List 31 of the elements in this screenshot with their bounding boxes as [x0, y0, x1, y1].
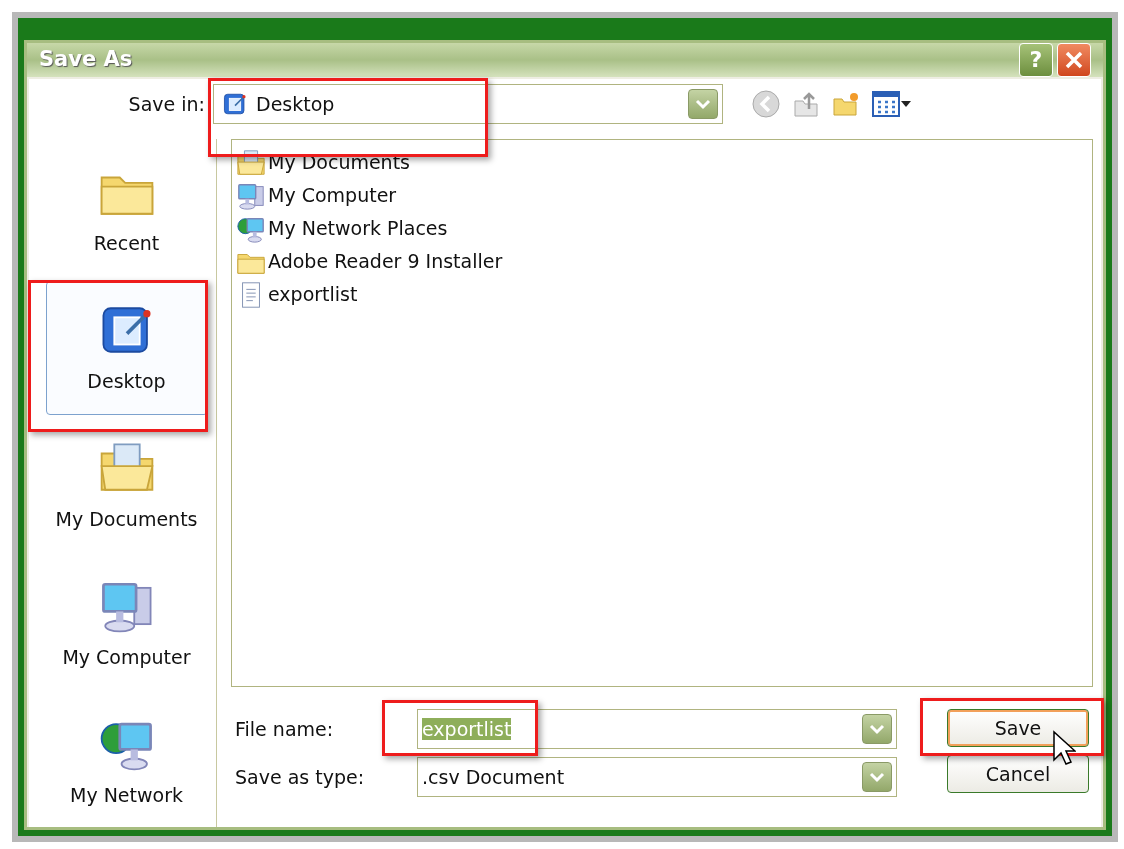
file-item[interactable]: My Computer	[236, 179, 397, 212]
dropdown-button[interactable]	[862, 714, 892, 744]
cancel-button[interactable]: Cancel	[947, 755, 1089, 793]
caret-icon	[901, 101, 911, 107]
file-item[interactable]: Adobe Reader 9 Installer	[236, 245, 503, 278]
dropdown-button[interactable]	[688, 89, 718, 119]
file-item[interactable]: My Network Places	[236, 212, 448, 245]
save-button[interactable]: Save	[947, 709, 1089, 747]
chevron-down-icon	[869, 723, 885, 735]
places-item[interactable]: My Network	[45, 695, 208, 827]
window-title: Save As	[39, 46, 134, 74]
documents-folder-icon	[236, 147, 266, 178]
grid-view-icon	[871, 90, 901, 118]
close-button[interactable]	[1057, 43, 1091, 77]
places-item[interactable]: Recent	[45, 143, 208, 277]
places-item[interactable]: My Documents	[45, 419, 208, 553]
close-icon	[1064, 50, 1084, 70]
view-menu-button[interactable]	[871, 90, 911, 118]
dropdown-button[interactable]	[862, 762, 892, 792]
save-in-label: Save in:	[127, 91, 206, 117]
chevron-down-icon	[869, 771, 885, 783]
save-as-type-dropdown[interactable]: .csv Document	[417, 757, 897, 797]
file-item[interactable]: exportlist	[236, 278, 358, 311]
file-name-label: File name:	[234, 716, 335, 742]
mouse-cursor-icon	[1052, 730, 1076, 766]
chevron-down-icon	[695, 98, 711, 110]
desktop-icon	[222, 91, 248, 117]
save-in-dropdown[interactable]: Desktop	[213, 84, 723, 124]
places-item[interactable]: My Computer	[45, 557, 208, 691]
save-as-type-label: Save as type:	[234, 764, 366, 790]
save-in-value: Desktop	[256, 91, 336, 117]
